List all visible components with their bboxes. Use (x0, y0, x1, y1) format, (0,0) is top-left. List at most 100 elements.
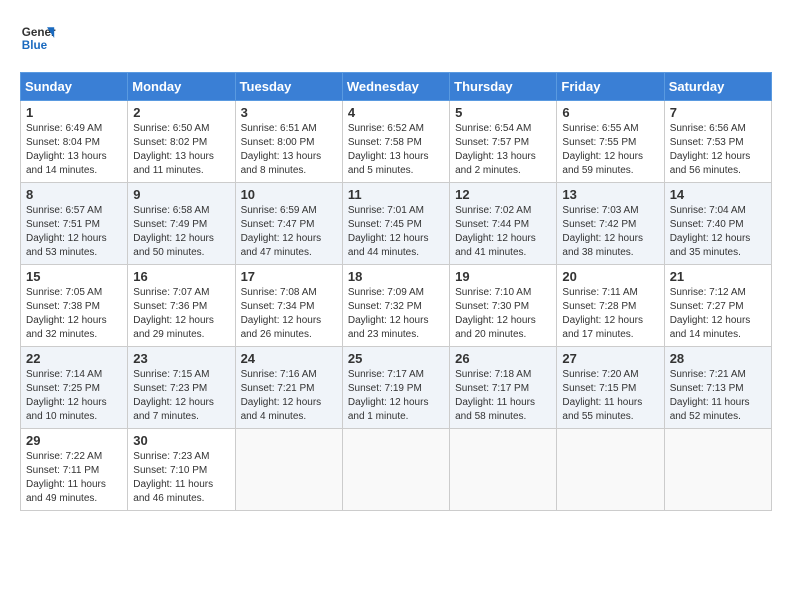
day-number: 10 (241, 187, 337, 202)
calendar-week-row: 8Sunrise: 6:57 AMSunset: 7:51 PMDaylight… (21, 183, 772, 265)
weekday-header: Monday (128, 73, 235, 101)
day-number: 7 (670, 105, 766, 120)
calendar-cell: 22 Sunrise: 7:14 AMSunset: 7:25 PMDayligh… (21, 347, 128, 429)
logo: General Blue (20, 20, 56, 56)
day-number: 24 (241, 351, 337, 366)
svg-text:Blue: Blue (22, 39, 48, 52)
weekday-header: Sunday (21, 73, 128, 101)
calendar-cell: 14 Sunrise: 7:04 AMSunset: 7:40 PMDayligh… (664, 183, 771, 265)
calendar-cell: 19 Sunrise: 7:10 AMSunset: 7:30 PMDayligh… (450, 265, 557, 347)
day-info: Sunrise: 6:50 AMSunset: 8:02 PMDaylight:… (133, 122, 229, 178)
calendar-cell: 20 Sunrise: 7:11 AMSunset: 7:28 PMDayligh… (557, 265, 664, 347)
calendar-cell (342, 429, 449, 511)
calendar-cell (235, 429, 342, 511)
calendar-cell (664, 429, 771, 511)
day-number: 14 (670, 187, 766, 202)
day-number: 9 (133, 187, 229, 202)
day-number: 13 (562, 187, 658, 202)
calendar-cell: 17Sunrise: 7:08 AMSunset: 7:34 PMDayligh… (235, 265, 342, 347)
day-number: 12 (455, 187, 551, 202)
calendar-cell: 1 Sunrise: 6:49 AMSunset: 8:04 PMDaylight… (21, 101, 128, 183)
day-info: Sunrise: 6:51 AMSunset: 8:00 PMDaylight:… (241, 122, 337, 178)
day-info: Sunrise: 7:07 AMSunset: 7:36 PMDaylight:… (133, 286, 229, 342)
calendar-body: 1 Sunrise: 6:49 AMSunset: 8:04 PMDaylight… (21, 101, 772, 511)
calendar-week-row: 1 Sunrise: 6:49 AMSunset: 8:04 PMDaylight… (21, 101, 772, 183)
day-info: Sunrise: 6:59 AMSunset: 7:47 PMDaylight:… (241, 204, 337, 260)
day-number: 2 (133, 105, 229, 120)
day-info: Sunrise: 7:10 AMSunset: 7:30 PMDaylight:… (455, 286, 551, 342)
calendar-cell: 7 Sunrise: 6:56 AMSunset: 7:53 PMDaylight… (664, 101, 771, 183)
day-info: Sunrise: 7:14 AMSunset: 7:25 PMDaylight:… (26, 368, 122, 424)
day-number: 11 (348, 187, 444, 202)
calendar-cell: 13Sunrise: 7:03 AMSunset: 7:42 PMDayligh… (557, 183, 664, 265)
day-info: Sunrise: 7:20 AMSunset: 7:15 PMDaylight:… (562, 368, 658, 424)
day-number: 18 (348, 269, 444, 284)
weekday-header: Saturday (664, 73, 771, 101)
weekday-header: Wednesday (342, 73, 449, 101)
day-info: Sunrise: 7:12 AMSunset: 7:27 PMDaylight:… (670, 286, 766, 342)
day-number: 29 (26, 433, 122, 448)
day-info: Sunrise: 6:54 AMSunset: 7:57 PMDaylight:… (455, 122, 551, 178)
weekday-header: Tuesday (235, 73, 342, 101)
calendar-cell: 28Sunrise: 7:21 AMSunset: 7:13 PMDayligh… (664, 347, 771, 429)
day-info: Sunrise: 7:21 AMSunset: 7:13 PMDaylight:… (670, 368, 766, 424)
weekday-header: Thursday (450, 73, 557, 101)
day-number: 1 (26, 105, 122, 120)
calendar-cell: 9 Sunrise: 6:58 AMSunset: 7:49 PMDaylight… (128, 183, 235, 265)
calendar-cell: 27 Sunrise: 7:20 AMSunset: 7:15 PMDayligh… (557, 347, 664, 429)
day-info: Sunrise: 7:01 AMSunset: 7:45 PMDaylight:… (348, 204, 444, 260)
day-number: 3 (241, 105, 337, 120)
day-info: Sunrise: 7:04 AMSunset: 7:40 PMDaylight:… (670, 204, 766, 260)
day-info: Sunrise: 7:18 AMSunset: 7:17 PMDaylight:… (455, 368, 551, 424)
day-info: Sunrise: 6:57 AMSunset: 7:51 PMDaylight:… (26, 204, 122, 260)
day-info: Sunrise: 7:05 AMSunset: 7:38 PMDaylight:… (26, 286, 122, 342)
day-info: Sunrise: 7:22 AMSunset: 7:11 PMDaylight:… (26, 450, 122, 506)
day-number: 20 (562, 269, 658, 284)
day-info: Sunrise: 7:16 AMSunset: 7:21 PMDaylight:… (241, 368, 337, 424)
calendar-cell: 8Sunrise: 6:57 AMSunset: 7:51 PMDaylight… (21, 183, 128, 265)
day-info: Sunrise: 7:09 AMSunset: 7:32 PMDaylight:… (348, 286, 444, 342)
day-info: Sunrise: 7:02 AMSunset: 7:44 PMDaylight:… (455, 204, 551, 260)
calendar-cell (450, 429, 557, 511)
calendar-week-row: 22 Sunrise: 7:14 AMSunset: 7:25 PMDayligh… (21, 347, 772, 429)
calendar-cell: 18 Sunrise: 7:09 AMSunset: 7:32 PMDayligh… (342, 265, 449, 347)
calendar-cell: 30Sunrise: 7:23 AMSunset: 7:10 PMDayligh… (128, 429, 235, 511)
calendar-cell: 16Sunrise: 7:07 AMSunset: 7:36 PMDayligh… (128, 265, 235, 347)
day-number: 23 (133, 351, 229, 366)
calendar-cell: 10 Sunrise: 6:59 AMSunset: 7:47 PMDayligh… (235, 183, 342, 265)
day-number: 30 (133, 433, 229, 448)
day-info: Sunrise: 7:17 AMSunset: 7:19 PMDaylight:… (348, 368, 444, 424)
calendar-cell: 11 Sunrise: 7:01 AMSunset: 7:45 PMDayligh… (342, 183, 449, 265)
calendar-cell: 24 Sunrise: 7:16 AMSunset: 7:21 PMDayligh… (235, 347, 342, 429)
calendar-week-row: 29 Sunrise: 7:22 AMSunset: 7:11 PMDayligh… (21, 429, 772, 511)
day-info: Sunrise: 7:15 AMSunset: 7:23 PMDaylight:… (133, 368, 229, 424)
day-number: 26 (455, 351, 551, 366)
calendar-cell: 12 Sunrise: 7:02 AMSunset: 7:44 PMDayligh… (450, 183, 557, 265)
day-number: 19 (455, 269, 551, 284)
day-number: 15 (26, 269, 122, 284)
calendar-cell: 5Sunrise: 6:54 AMSunset: 7:57 PMDaylight… (450, 101, 557, 183)
calendar-cell: 25Sunrise: 7:17 AMSunset: 7:19 PMDayligh… (342, 347, 449, 429)
calendar-cell: 26 Sunrise: 7:18 AMSunset: 7:17 PMDayligh… (450, 347, 557, 429)
page-header: General Blue (20, 20, 772, 56)
calendar-table: SundayMondayTuesdayWednesdayThursdayFrid… (20, 72, 772, 511)
day-info: Sunrise: 7:08 AMSunset: 7:34 PMDaylight:… (241, 286, 337, 342)
day-number: 21 (670, 269, 766, 284)
calendar-cell: 4Sunrise: 6:52 AMSunset: 7:58 PMDaylight… (342, 101, 449, 183)
day-info: Sunrise: 6:56 AMSunset: 7:53 PMDaylight:… (670, 122, 766, 178)
weekday-header: Friday (557, 73, 664, 101)
calendar-cell: 3 Sunrise: 6:51 AMSunset: 8:00 PMDaylight… (235, 101, 342, 183)
day-number: 6 (562, 105, 658, 120)
day-number: 27 (562, 351, 658, 366)
calendar-cell: 15 Sunrise: 7:05 AMSunset: 7:38 PMDayligh… (21, 265, 128, 347)
day-number: 22 (26, 351, 122, 366)
calendar-cell: 29 Sunrise: 7:22 AMSunset: 7:11 PMDayligh… (21, 429, 128, 511)
day-info: Sunrise: 7:11 AMSunset: 7:28 PMDaylight:… (562, 286, 658, 342)
calendar-cell: 2 Sunrise: 6:50 AMSunset: 8:02 PMDaylight… (128, 101, 235, 183)
day-info: Sunrise: 6:55 AMSunset: 7:55 PMDaylight:… (562, 122, 658, 178)
calendar-cell (557, 429, 664, 511)
day-info: Sunrise: 6:58 AMSunset: 7:49 PMDaylight:… (133, 204, 229, 260)
calendar-header-row: SundayMondayTuesdayWednesdayThursdayFrid… (21, 73, 772, 101)
calendar-cell: 21 Sunrise: 7:12 AMSunset: 7:27 PMDayligh… (664, 265, 771, 347)
day-info: Sunrise: 6:49 AMSunset: 8:04 PMDaylight:… (26, 122, 122, 178)
